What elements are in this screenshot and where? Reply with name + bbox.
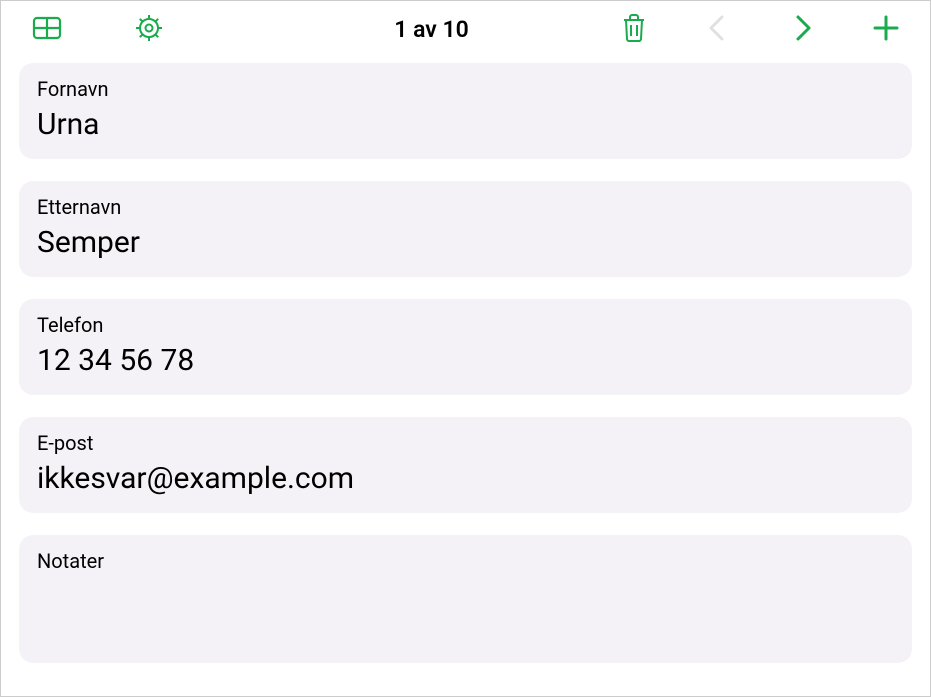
plus-icon — [870, 12, 902, 47]
table-icon — [31, 12, 63, 47]
field-epost[interactable]: E-post ikkesvar@example.com — [19, 417, 912, 513]
gear-icon — [133, 12, 165, 47]
field-label: Fornavn — [37, 77, 894, 101]
field-value[interactable]: ikkesvar@example.com — [37, 461, 894, 497]
field-notater[interactable]: Notater — [19, 535, 912, 663]
toolbar-left-group — [31, 12, 165, 47]
add-button[interactable] — [870, 12, 902, 47]
field-fornavn[interactable]: Fornavn Urna — [19, 63, 912, 159]
field-label: E-post — [37, 431, 894, 455]
delete-button[interactable] — [618, 12, 650, 47]
field-value[interactable]: Semper — [37, 225, 894, 261]
chevron-left-icon — [702, 12, 734, 47]
field-label: Telefon — [37, 313, 894, 337]
field-telefon[interactable]: Telefon 12 34 56 78 — [19, 299, 912, 395]
toolbar-right-group — [618, 12, 902, 47]
toolbar: 1 av 10 — [1, 1, 930, 57]
field-label: Notater — [37, 549, 894, 573]
trash-icon — [618, 12, 650, 47]
field-value[interactable]: 12 34 56 78 — [37, 343, 894, 379]
record-counter: 1 av 10 — [165, 16, 618, 43]
field-value[interactable] — [37, 579, 894, 615]
previous-button — [702, 12, 734, 47]
chevron-right-icon — [786, 12, 818, 47]
field-label: Etternavn — [37, 195, 894, 219]
table-view-button[interactable] — [31, 12, 63, 47]
next-button[interactable] — [786, 12, 818, 47]
form-content: Fornavn Urna Etternavn Semper Telefon 12… — [1, 57, 930, 691]
field-etternavn[interactable]: Etternavn Semper — [19, 181, 912, 277]
settings-button[interactable] — [133, 12, 165, 47]
field-value[interactable]: Urna — [37, 107, 894, 143]
